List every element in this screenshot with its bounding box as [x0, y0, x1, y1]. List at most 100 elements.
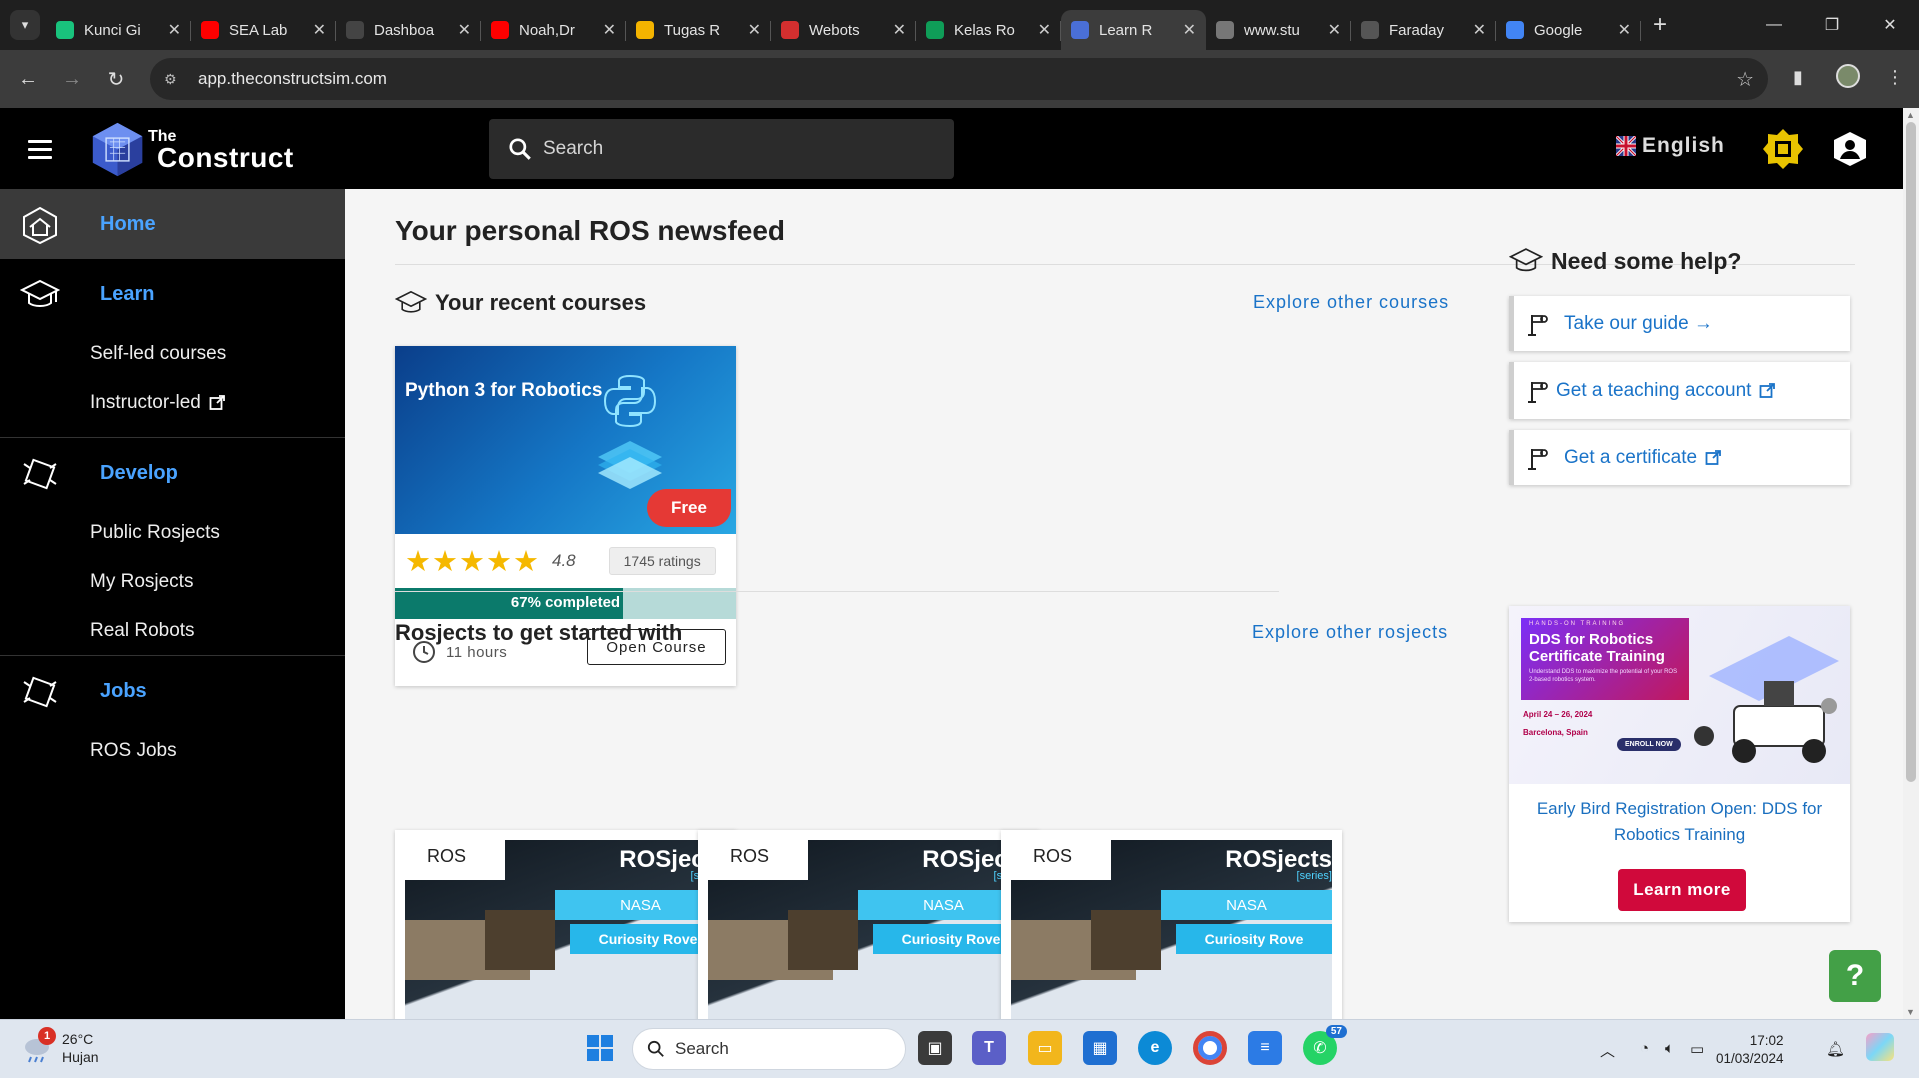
volume-icon[interactable]: 🔈︎ — [1665, 1040, 1674, 1057]
copilot-icon[interactable] — [1866, 1033, 1894, 1061]
rosject-card[interactable]: ROSROSjects[series]NASACuriosity Rove — [698, 830, 1039, 1019]
tab-close-icon[interactable]: ✕ — [1328, 20, 1341, 40]
user-profile-icon[interactable] — [1831, 130, 1869, 168]
browser-tab[interactable]: Learn R ✕ — [1061, 10, 1206, 50]
browser-tab[interactable]: Dashboa ✕ — [336, 10, 481, 50]
certificate-card[interactable]: Get a certificate — [1509, 430, 1850, 485]
sidebar-item-jobs[interactable]: Jobs — [0, 656, 345, 726]
course-title: Python 3 for Robotics — [405, 380, 603, 401]
show-hidden-icons[interactable]: ︿ — [1600, 1040, 1615, 1061]
whatsapp-icon[interactable]: ✆ 57 — [1303, 1025, 1347, 1065]
windows-taskbar: 1 26°C Hujan Search ▣ T ▭ ▦ e ≡ ✆ 57 ︿ ◔… — [0, 1019, 1919, 1078]
new-tab-button[interactable]: + — [1653, 11, 1667, 39]
browser-tab[interactable]: SEA Lab ✕ — [191, 10, 336, 50]
rosject-thumbnail[interactable]: ROSROSjects[series]NASACuriosity Rove — [708, 840, 1029, 1019]
promo-title[interactable]: Early Bird Registration Open: DDS for Ro… — [1521, 796, 1838, 848]
browser-tab[interactable]: Webots ✕ — [771, 10, 916, 50]
free-badge: Free — [647, 489, 731, 527]
address-bar[interactable]: ⚙ app.theconstructsim.com ☆ — [150, 58, 1768, 100]
sidebar-item-develop[interactable]: Develop — [0, 438, 345, 508]
sidebar-item-home[interactable]: Home — [0, 189, 345, 259]
sidebar-item-ros-jobs[interactable]: ROS Jobs — [0, 726, 345, 775]
browser-tab[interactable]: Kelas Ro ✕ — [916, 10, 1061, 50]
microsoft-store-icon[interactable]: ▦ — [1083, 1031, 1117, 1065]
notepad-icon[interactable]: ≡ — [1248, 1031, 1282, 1065]
system-clock[interactable]: 17:02 01/03/2024 — [1716, 1032, 1784, 1068]
bookmark-star-icon[interactable]: ☆ — [1736, 67, 1754, 92]
graduation-cap-icon — [1509, 248, 1543, 272]
wifi-icon[interactable]: ◔ — [1640, 1040, 1649, 1057]
language-selector[interactable]: English — [1616, 134, 1725, 158]
rosject-thumbnail[interactable]: ROSROSjects[series]NASACuriosity Rove — [405, 840, 726, 1019]
profile-avatar[interactable] — [1836, 64, 1860, 88]
rosject-thumbnail[interactable]: ROSROSjects[series]NASACuriosity Rove — [1011, 840, 1332, 1019]
file-explorer-icon[interactable]: ▭ — [1028, 1031, 1062, 1065]
weather-widget[interactable]: 1 26°C Hujan — [20, 1027, 99, 1066]
tab-search-button[interactable]: ▾ — [10, 10, 40, 40]
close-window-button[interactable]: ✕ — [1861, 0, 1919, 50]
chrome-browser-icon[interactable] — [1193, 1031, 1227, 1065]
tab-close-icon[interactable]: ✕ — [748, 20, 761, 40]
the-construct-logo[interactable] — [89, 121, 146, 178]
taskbar-search[interactable]: Search — [632, 1028, 906, 1070]
sidebar-item-my-rosjects[interactable]: My Rosjects — [0, 557, 345, 606]
tab-close-icon[interactable]: ✕ — [458, 20, 471, 40]
restore-button[interactable]: ❐ — [1803, 0, 1861, 50]
achievement-badge-icon[interactable] — [1761, 127, 1805, 171]
sidebar-item-self-led-courses[interactable]: Self-led courses — [0, 329, 345, 378]
browser-tab[interactable]: Tugas R ✕ — [626, 10, 771, 50]
browser-menu-icon[interactable]: ⋮ — [1886, 67, 1904, 88]
side-panel-icon[interactable]: ▮ — [1793, 67, 1803, 88]
back-button[interactable]: ← — [10, 68, 46, 91]
tab-close-icon[interactable]: ✕ — [168, 20, 181, 40]
tab-title: Tugas R — [664, 21, 721, 39]
browser-tab[interactable]: Google ✕ — [1496, 10, 1641, 50]
browser-tab[interactable]: Kunci Gi ✕ — [46, 10, 191, 50]
tab-close-icon[interactable]: ✕ — [1038, 20, 1051, 40]
scroll-down-arrow[interactable]: ▼ — [1906, 1007, 1915, 1017]
sidebar-item-public-rosjects[interactable]: Public Rosjects — [0, 508, 345, 557]
reload-button[interactable]: ↻ — [98, 67, 134, 92]
battery-icon[interactable]: ▭ — [1690, 1040, 1704, 1058]
tab-close-icon[interactable]: ✕ — [1618, 20, 1631, 40]
page-scrollbar[interactable]: ▲ ▼ — [1903, 108, 1919, 1019]
promo-banner[interactable]: HANDS-ON TRAINING DDS for Robotics Certi… — [1509, 606, 1850, 784]
ros-brand-box: ROS — [405, 840, 505, 880]
tab-close-icon[interactable]: ✕ — [1183, 20, 1196, 40]
tab-close-icon[interactable]: ✕ — [603, 20, 616, 40]
task-view-icon[interactable]: ▣ — [918, 1031, 952, 1065]
teaching-account-card[interactable]: Get a teaching account — [1509, 362, 1850, 419]
progress-label: 67% completed — [510, 594, 621, 611]
search-input[interactable] — [543, 138, 923, 160]
rosject-card[interactable]: ROSROSjects[series]NASACuriosity Rove — [395, 830, 736, 1019]
take-guide-card[interactable]: Take our guide → — [1509, 296, 1850, 351]
windows-start-icon[interactable] — [583, 1031, 617, 1065]
sidebar-item-instructor-led[interactable]: Instructor-led — [0, 378, 345, 427]
rosject-card[interactable]: ROSROSjects[series]NASACuriosity Rove — [1001, 830, 1342, 1019]
explore-courses-link[interactable]: Explore other courses — [1253, 292, 1449, 313]
browser-tab[interactable]: Noah,Dr ✕ — [481, 10, 626, 50]
teams-icon[interactable]: T — [972, 1031, 1006, 1065]
site-info-icon[interactable]: ⚙ — [164, 71, 184, 88]
explore-rosjects-link[interactable]: Explore other rosjects — [1252, 622, 1448, 643]
learn-more-button[interactable]: Learn more — [1618, 869, 1746, 911]
sidebar-item-learn[interactable]: Learn — [0, 259, 345, 329]
help-chat-button[interactable]: ? — [1829, 950, 1881, 1002]
forward-button[interactable]: → — [54, 68, 90, 91]
scrollbar-thumb[interactable] — [1906, 122, 1916, 782]
course-duration: 11 hours — [446, 643, 508, 661]
hamburger-menu-icon[interactable] — [28, 140, 52, 159]
sidebar-item-real-robots[interactable]: Real Robots — [0, 606, 345, 655]
edge-browser-icon[interactable]: e — [1138, 1031, 1172, 1065]
browser-tab[interactable]: Faraday ✕ — [1351, 10, 1496, 50]
course-thumbnail[interactable]: Python 3 for Robotics Free — [395, 346, 736, 534]
scroll-up-arrow[interactable]: ▲ — [1906, 110, 1915, 120]
tab-close-icon[interactable]: ✕ — [313, 20, 326, 40]
tab-close-icon[interactable]: ✕ — [1473, 20, 1486, 40]
minimize-button[interactable]: — — [1745, 0, 1803, 50]
notification-bell-icon[interactable]: 🔔︎ — [1826, 1040, 1845, 1058]
external-link-icon — [1760, 382, 1776, 398]
search-box[interactable] — [489, 119, 954, 179]
browser-tab[interactable]: www.stu ✕ — [1206, 10, 1351, 50]
tab-close-icon[interactable]: ✕ — [893, 20, 906, 40]
